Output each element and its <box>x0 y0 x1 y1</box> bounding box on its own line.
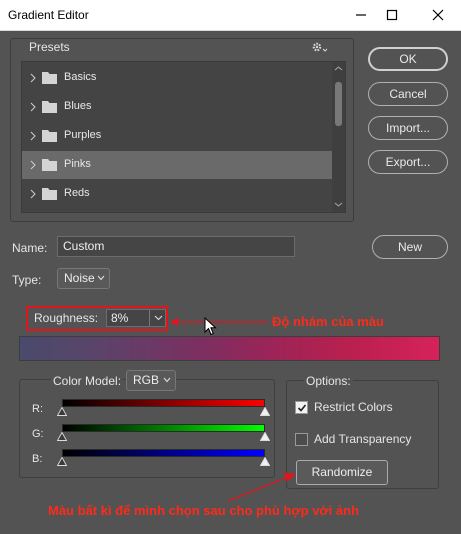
chevron-down-icon[interactable] <box>154 315 163 321</box>
new-button[interactable]: New <box>372 235 448 259</box>
folder-icon <box>42 159 57 171</box>
red-channel-bar[interactable] <box>62 399 265 407</box>
chevron-right-icon[interactable] <box>30 189 36 199</box>
export-button[interactable]: Export... <box>368 150 448 174</box>
roughness-annotation: Độ nhám của màu <box>272 314 384 329</box>
scrollbar-thumb[interactable] <box>335 82 342 126</box>
slider-stop-right-icon[interactable] <box>260 457 270 466</box>
roughness-label: Roughness: <box>34 311 99 325</box>
slider-stop-left-icon[interactable] <box>57 457 67 466</box>
cancel-button[interactable]: Cancel <box>368 82 448 106</box>
slider-stop-right-icon[interactable] <box>260 432 270 441</box>
gear-icon[interactable] <box>310 40 330 54</box>
blue-channel-bar[interactable] <box>62 449 265 457</box>
folder-icon <box>42 188 57 200</box>
annotation-arrow-icon <box>227 472 296 502</box>
minimize-icon[interactable] <box>346 3 376 27</box>
slider-stop-left-icon[interactable] <box>57 407 67 416</box>
name-label: Name: <box>12 241 48 255</box>
red-channel-label: R: <box>32 403 43 415</box>
preset-folder-label: Blues <box>64 100 92 112</box>
folder-icon <box>42 72 57 84</box>
window-title: Gradient Editor <box>8 8 89 22</box>
type-dropdown[interactable]: Noise <box>57 268 110 289</box>
chevron-right-icon[interactable] <box>30 102 36 112</box>
restrict-colors-label: Restrict Colors <box>314 400 393 414</box>
color-model-label: Color Model: <box>51 374 124 388</box>
slider-stop-left-icon[interactable] <box>57 432 67 441</box>
close-icon[interactable] <box>423 3 453 27</box>
presets-label: Presets <box>29 40 70 54</box>
import-button[interactable]: Import... <box>368 116 448 140</box>
type-value: Noise <box>64 271 95 285</box>
preset-folder-label: Pinks <box>64 158 91 170</box>
chevron-down-icon <box>163 377 171 383</box>
scroll-up-icon[interactable] <box>334 65 343 72</box>
options-label: Options: <box>304 374 353 388</box>
presets-scrollbar[interactable] <box>332 62 345 212</box>
preset-folder-label: Purples <box>64 129 102 141</box>
add-transparency-checkbox[interactable] <box>295 433 308 446</box>
ok-button[interactable]: OK <box>368 47 448 71</box>
restrict-colors-checkbox[interactable] <box>295 401 308 414</box>
scroll-down-icon[interactable] <box>334 201 343 208</box>
add-transparency-label: Add Transparency <box>314 432 412 446</box>
randomize-annotation: Màu bất kì để mình chọn sau cho phù hợp … <box>48 503 360 518</box>
folder-icon <box>42 130 57 142</box>
chevron-right-icon[interactable] <box>30 131 36 141</box>
color-model-value: RGB <box>133 373 160 387</box>
preset-folder-reds[interactable]: Reds <box>22 180 333 208</box>
type-label: Type: <box>12 273 42 287</box>
preset-folder-purples[interactable]: Purples <box>22 122 333 150</box>
name-input[interactable]: Custom <box>57 236 295 257</box>
chevron-right-icon[interactable] <box>30 160 36 170</box>
chevron-down-icon <box>97 275 105 281</box>
checkmark-icon <box>297 404 307 412</box>
gradient-preview-bar[interactable] <box>19 336 440 361</box>
preset-folder-blues[interactable]: Blues <box>22 93 333 121</box>
preset-folder-basics[interactable]: Basics <box>22 64 333 92</box>
maximize-icon[interactable] <box>377 3 407 27</box>
title-bar: Gradient Editor <box>0 0 461 31</box>
slider-stop-right-icon[interactable] <box>260 407 270 416</box>
preset-folder-label: Reds <box>64 187 90 199</box>
randomize-button[interactable]: Randomize <box>296 460 388 485</box>
cursor-icon <box>204 317 217 336</box>
annotation-arrow-icon <box>170 318 268 326</box>
folder-icon <box>42 101 57 113</box>
green-channel-label: G: <box>32 428 44 440</box>
blue-channel-label: B: <box>32 453 43 465</box>
preset-folder-label: Basics <box>64 71 97 83</box>
presets-list[interactable]: Basics Blues Purples Pinks Reds <box>21 61 346 213</box>
roughness-divider <box>149 310 150 326</box>
green-channel-bar[interactable] <box>62 424 265 432</box>
preset-folder-pinks[interactable]: Pinks <box>22 151 333 179</box>
chevron-right-icon[interactable] <box>30 73 36 83</box>
color-model-dropdown[interactable]: RGB <box>126 370 176 391</box>
